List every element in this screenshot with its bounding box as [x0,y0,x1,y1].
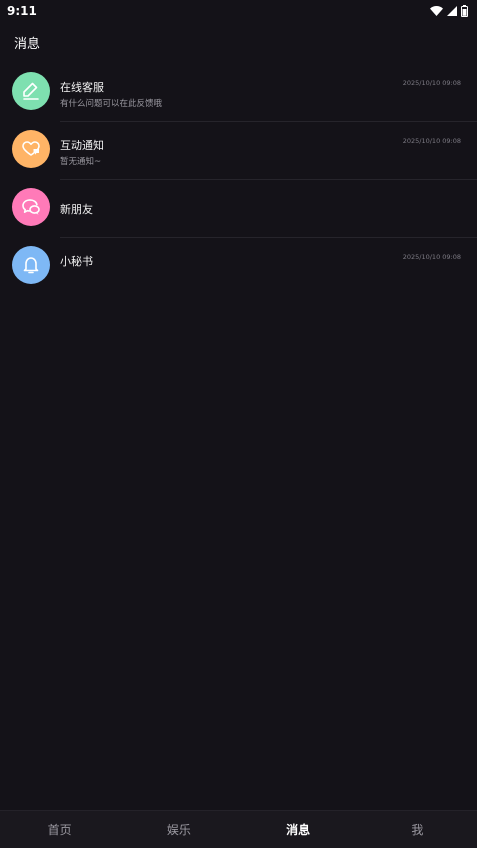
bell-icon [20,254,42,276]
nav-item-entertainment[interactable]: 娱乐 [119,811,238,848]
message-name: 在线客服 [60,81,104,94]
nav-item-messages[interactable]: 消息 [239,811,358,848]
status-bar: 9:11 [0,0,477,22]
message-name: 互动通知 [60,139,104,152]
status-time: 9:11 [7,4,37,18]
battery-icon [461,5,468,17]
message-item-customer-service[interactable]: 在线客服 有什么问题可以在此反馈哦 2025/10/10 09:08 [0,64,477,122]
message-time: 2025/10/10 09:08 [402,253,461,261]
heart-message-icon [20,138,42,160]
message-time: 2025/10/10 09:08 [402,79,461,87]
secretary-avatar [12,246,50,284]
system-icons [430,5,468,17]
message-item-secretary[interactable]: 小秘书 2025/10/10 09:08 [0,238,477,296]
nav-item-home[interactable]: 首页 [0,811,119,848]
chat-bubbles-icon [20,196,42,218]
wifi-icon [430,6,443,16]
bottom-nav: 首页 娱乐 消息 我 [0,810,477,848]
message-list: 在线客服 有什么问题可以在此反馈哦 2025/10/10 09:08 互动通知 … [0,64,477,296]
pencil-icon [20,80,42,102]
interaction-notice-avatar [12,130,50,168]
message-name: 小秘书 [60,255,93,268]
nav-item-me[interactable]: 我 [358,811,477,848]
message-time: 2025/10/10 09:08 [402,137,461,145]
customer-service-avatar [12,72,50,110]
message-preview: 暂无通知~ [60,157,102,167]
signal-icon [447,6,457,16]
message-item-new-friends[interactable]: 新朋友 [0,180,477,238]
page-title: 消息 [14,37,41,52]
new-friends-avatar [12,188,50,226]
message-item-interaction-notice[interactable]: 互动通知 暂无通知~ 2025/10/10 09:08 [0,122,477,180]
message-preview: 有什么问题可以在此反馈哦 [60,99,163,109]
message-name: 新朋友 [60,203,93,216]
